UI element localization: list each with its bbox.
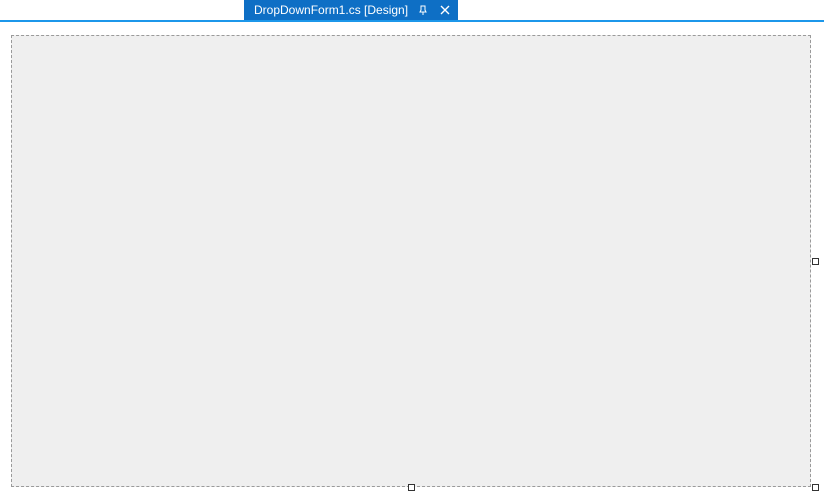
- form-design-surface[interactable]: [11, 35, 811, 487]
- document-well: [0, 22, 824, 503]
- resize-handle-corner[interactable]: [812, 484, 819, 491]
- document-tab-active[interactable]: DropDownForm1.cs [Design]: [244, 0, 458, 20]
- pin-icon[interactable]: [416, 3, 430, 17]
- document-tab-label: DropDownForm1.cs [Design]: [254, 0, 408, 20]
- document-tab-strip: DropDownForm1.cs [Design]: [0, 0, 824, 22]
- resize-handle-bottom[interactable]: [408, 484, 415, 491]
- close-icon[interactable]: [438, 3, 452, 17]
- resize-handle-right[interactable]: [812, 258, 819, 265]
